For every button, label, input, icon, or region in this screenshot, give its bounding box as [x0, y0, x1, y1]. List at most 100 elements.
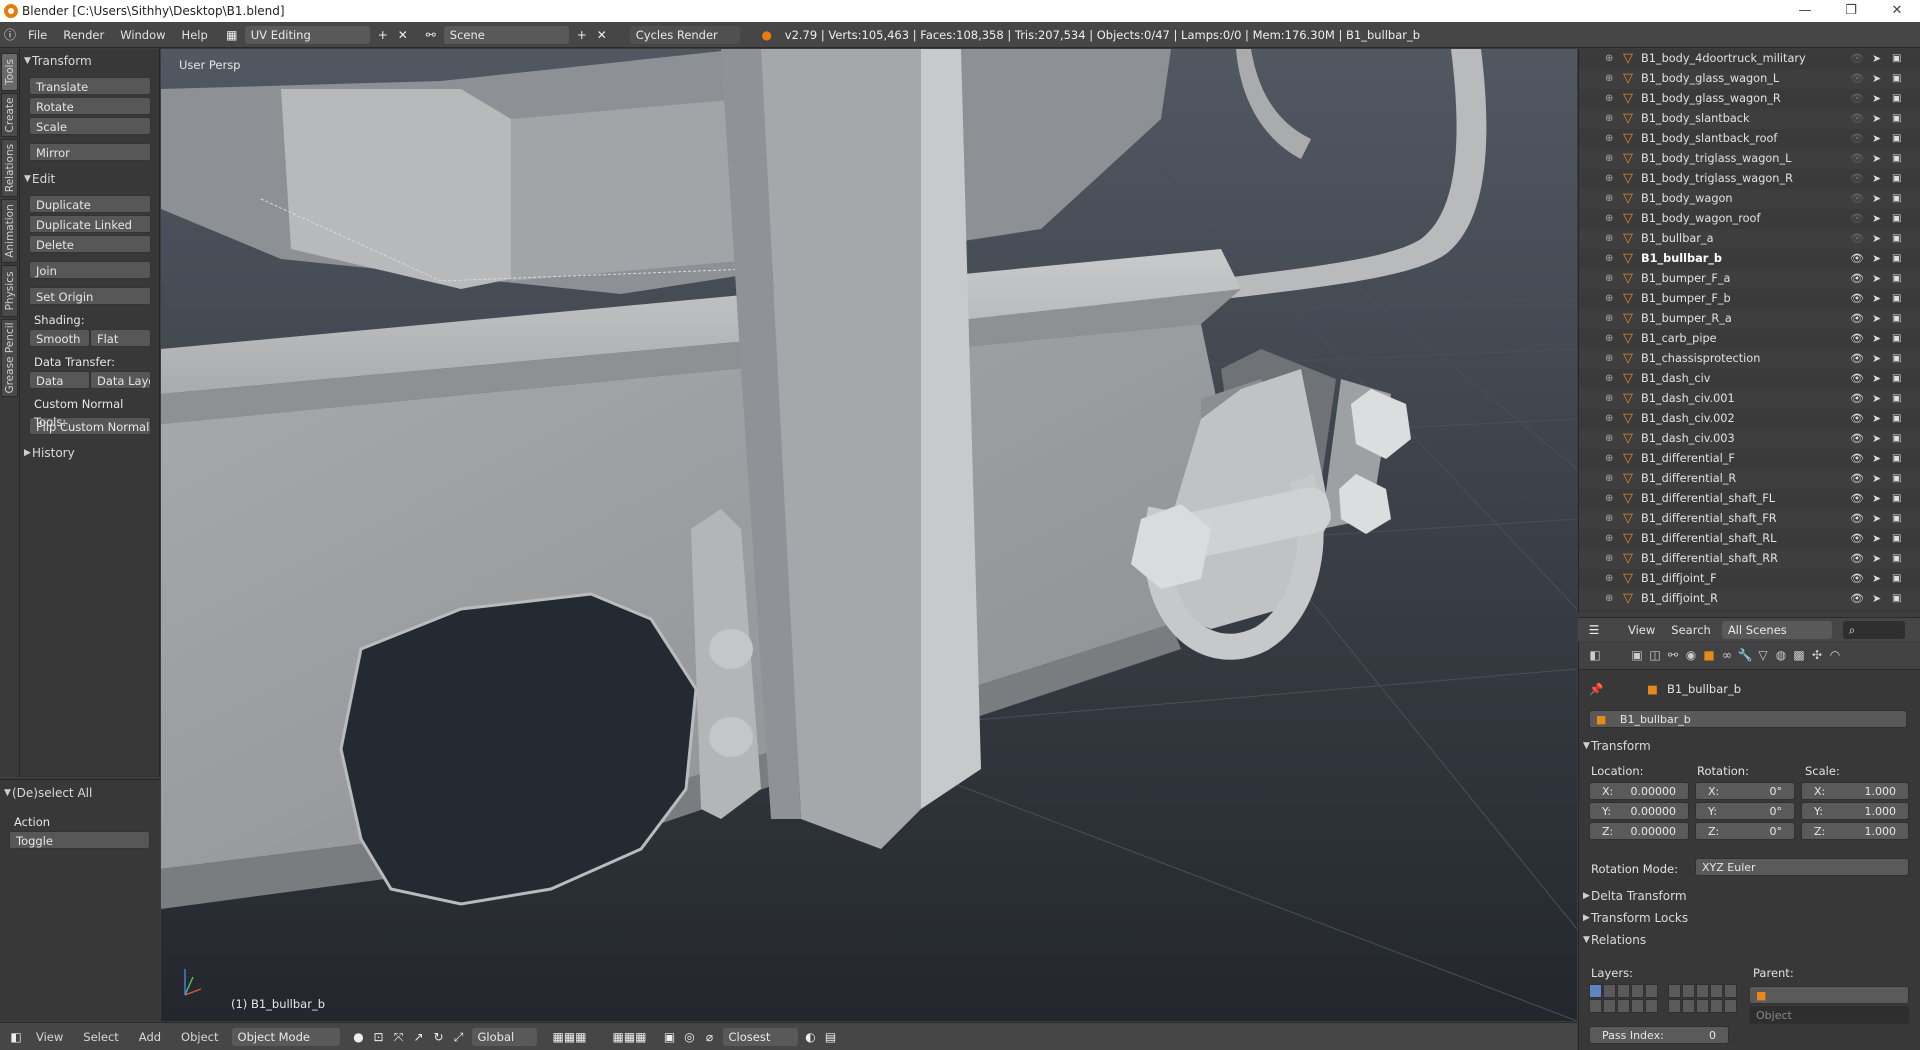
expand-icon[interactable]: ⊕: [1605, 309, 1613, 329]
renderable-camera-icon[interactable]: ▣: [1892, 69, 1901, 89]
scale-y-field[interactable]: Y: 1.000: [1801, 802, 1909, 820]
selectable-pointer-icon[interactable]: ➤: [1872, 49, 1881, 69]
layer-toggle[interactable]: [1617, 984, 1630, 998]
menu-file[interactable]: File: [20, 26, 55, 44]
world-tab-icon[interactable]: ◉: [1683, 648, 1699, 664]
expand-icon[interactable]: ⊕: [1605, 89, 1613, 109]
renderable-camera-icon[interactable]: ▣: [1892, 249, 1901, 269]
visibility-eye-icon[interactable]: 👁: [1850, 209, 1864, 229]
proportional-edit-icon[interactable]: ◎: [680, 1028, 700, 1046]
flip-normals-button[interactable]: Flip Custom Normals: [29, 417, 151, 435]
visibility-eye-icon[interactable]: 👁: [1850, 229, 1864, 249]
remove-layout-icon[interactable]: ✕: [393, 26, 413, 44]
expand-icon[interactable]: ⊕: [1605, 109, 1613, 129]
translate-manipulator-icon[interactable]: ↗: [409, 1028, 429, 1046]
selectable-pointer-icon[interactable]: ➤: [1872, 189, 1881, 209]
renderable-camera-icon[interactable]: ▣: [1892, 529, 1901, 549]
menu-select[interactable]: Select: [73, 1030, 128, 1044]
renderable-camera-icon[interactable]: ▣: [1892, 389, 1901, 409]
selectable-pointer-icon[interactable]: ➤: [1872, 429, 1881, 449]
renderable-camera-icon[interactable]: ▣: [1892, 369, 1901, 389]
duplicate-button[interactable]: Duplicate: [29, 195, 151, 213]
renderable-camera-icon[interactable]: ▣: [1892, 449, 1901, 469]
outliner-display-select[interactable]: All Scenes: [1721, 620, 1832, 639]
outliner-row[interactable]: ⊕ ▽ B1_carb_pipe 👁 ➤ ▣: [1579, 329, 1920, 349]
outliner-row[interactable]: ⊕ ▽ B1_bullbar_b 👁 ➤ ▣: [1579, 249, 1920, 269]
outliner-row[interactable]: ⊕ ▽ B1_body_slantback_roof 👁 ➤ ▣: [1579, 129, 1920, 149]
outliner-row[interactable]: ⊕ ▽ B1_dash_civ.003 👁 ➤ ▣: [1579, 429, 1920, 449]
visibility-eye-icon[interactable]: 👁: [1850, 409, 1864, 429]
renderable-camera-icon[interactable]: ▣: [1892, 269, 1901, 289]
renderable-camera-icon[interactable]: ▣: [1892, 429, 1901, 449]
expand-icon[interactable]: ⊕: [1605, 69, 1613, 89]
duplicate-linked-button[interactable]: Duplicate Linked: [29, 215, 151, 233]
tab-grease-pencil[interactable]: Grease Pencil: [1, 319, 18, 397]
expand-icon[interactable]: ⊕: [1605, 589, 1613, 609]
expand-icon[interactable]: ⊕: [1605, 329, 1613, 349]
parent-type-select[interactable]: Object: [1749, 1006, 1909, 1024]
visibility-eye-icon[interactable]: 👁: [1850, 169, 1864, 189]
visibility-eye-icon[interactable]: 👁: [1850, 289, 1864, 309]
outliner-row[interactable]: ⊕ ▽ B1_differential_R 👁 ➤ ▣: [1579, 469, 1920, 489]
tab-animation[interactable]: Animation: [1, 199, 18, 263]
layers-grid[interactable]: [1589, 984, 1737, 1014]
outliner-row[interactable]: ⊕ ▽ B1_body_glass_wagon_L 👁 ➤ ▣: [1579, 69, 1920, 89]
outliner-row[interactable]: ⊕ ▽ B1_bullbar_a 👁 ➤ ▣: [1579, 229, 1920, 249]
selectable-pointer-icon[interactable]: ➤: [1872, 449, 1881, 469]
editor-type-icon[interactable]: ☰: [1584, 621, 1604, 639]
selectable-pointer-icon[interactable]: ➤: [1872, 569, 1881, 589]
viewport-shading-icon[interactable]: ●: [349, 1028, 369, 1046]
outliner-row[interactable]: ⊕ ▽ B1_differential_shaft_FL 👁 ➤ ▣: [1579, 489, 1920, 509]
renderable-camera-icon[interactable]: ▣: [1892, 149, 1901, 169]
outliner-row[interactable]: ⊕ ▽ B1_bumper_F_a 👁 ➤ ▣: [1579, 269, 1920, 289]
renderable-camera-icon[interactable]: ▣: [1892, 209, 1901, 229]
selectable-pointer-icon[interactable]: ➤: [1872, 369, 1881, 389]
camera-render-icon[interactable]: ▤: [821, 1028, 841, 1046]
outliner-row[interactable]: ⊕ ▽ B1_diffjoint_F 👁 ➤ ▣: [1579, 569, 1920, 589]
expand-icon[interactable]: ⊕: [1605, 549, 1613, 569]
scale-x-field[interactable]: X: 1.000: [1801, 782, 1909, 800]
parent-field[interactable]: ■: [1749, 986, 1909, 1004]
layer-toggle[interactable]: [1589, 999, 1602, 1013]
add-scene-icon[interactable]: +: [572, 26, 592, 44]
expand-icon[interactable]: ⊕: [1605, 569, 1613, 589]
set-origin-button[interactable]: Set Origin: [29, 287, 151, 305]
scene-icon[interactable]: ⚯: [421, 26, 441, 44]
renderable-camera-icon[interactable]: ▣: [1892, 229, 1901, 249]
outliner-row[interactable]: ⊕ ▽ B1_differential_F 👁 ➤ ▣: [1579, 449, 1920, 469]
visibility-eye-icon[interactable]: 👁: [1850, 429, 1864, 449]
expand-icon[interactable]: ⊕: [1605, 129, 1613, 149]
expand-icon[interactable]: ⊕: [1605, 469, 1613, 489]
visibility-eye-icon[interactable]: 👁: [1850, 569, 1864, 589]
expand-icon[interactable]: ⊕: [1605, 389, 1613, 409]
menu-view[interactable]: View: [26, 1030, 73, 1044]
outliner-row[interactable]: ⊕ ▽ B1_dash_civ.001 👁 ➤ ▣: [1579, 389, 1920, 409]
layer-toggle[interactable]: [1724, 999, 1737, 1013]
renderable-camera-icon[interactable]: ▣: [1892, 489, 1901, 509]
renderable-camera-icon[interactable]: ▣: [1892, 589, 1901, 609]
object-tab-icon[interactable]: ■: [1701, 648, 1717, 664]
selectable-pointer-icon[interactable]: ➤: [1872, 409, 1881, 429]
outliner-row[interactable]: ⊕ ▽ B1_body_wagon 👁 ➤ ▣: [1579, 189, 1920, 209]
visibility-eye-icon[interactable]: 👁: [1850, 469, 1864, 489]
renderable-camera-icon[interactable]: ▣: [1892, 289, 1901, 309]
selectable-pointer-icon[interactable]: ➤: [1872, 469, 1881, 489]
outliner-row[interactable]: ⊕ ▽ B1_chassisprotection 👁 ➤ ▣: [1579, 349, 1920, 369]
selectable-pointer-icon[interactable]: ➤: [1872, 209, 1881, 229]
selectable-pointer-icon[interactable]: ➤: [1872, 329, 1881, 349]
modifiers-tab-icon[interactable]: 🔧: [1737, 648, 1753, 664]
material-tab-icon[interactable]: ◍: [1773, 648, 1789, 664]
mode-select[interactable]: Object Mode: [231, 1027, 340, 1046]
expand-icon[interactable]: ⊕: [1605, 249, 1613, 269]
expand-icon[interactable]: ⊕: [1605, 269, 1613, 289]
orientation-select[interactable]: Global: [471, 1027, 537, 1046]
pin-icon[interactable]: 📌: [1589, 682, 1603, 696]
tab-relations[interactable]: Relations: [1, 139, 18, 197]
selectable-pointer-icon[interactable]: ➤: [1872, 309, 1881, 329]
menu-object[interactable]: Object: [171, 1030, 228, 1044]
expand-icon[interactable]: ⊕: [1605, 449, 1613, 469]
expand-icon[interactable]: ⊕: [1605, 289, 1613, 309]
visibility-eye-icon[interactable]: 👁: [1850, 369, 1864, 389]
scene-select[interactable]: Scene: [443, 25, 569, 44]
rotate-button[interactable]: Rotate: [29, 97, 151, 115]
